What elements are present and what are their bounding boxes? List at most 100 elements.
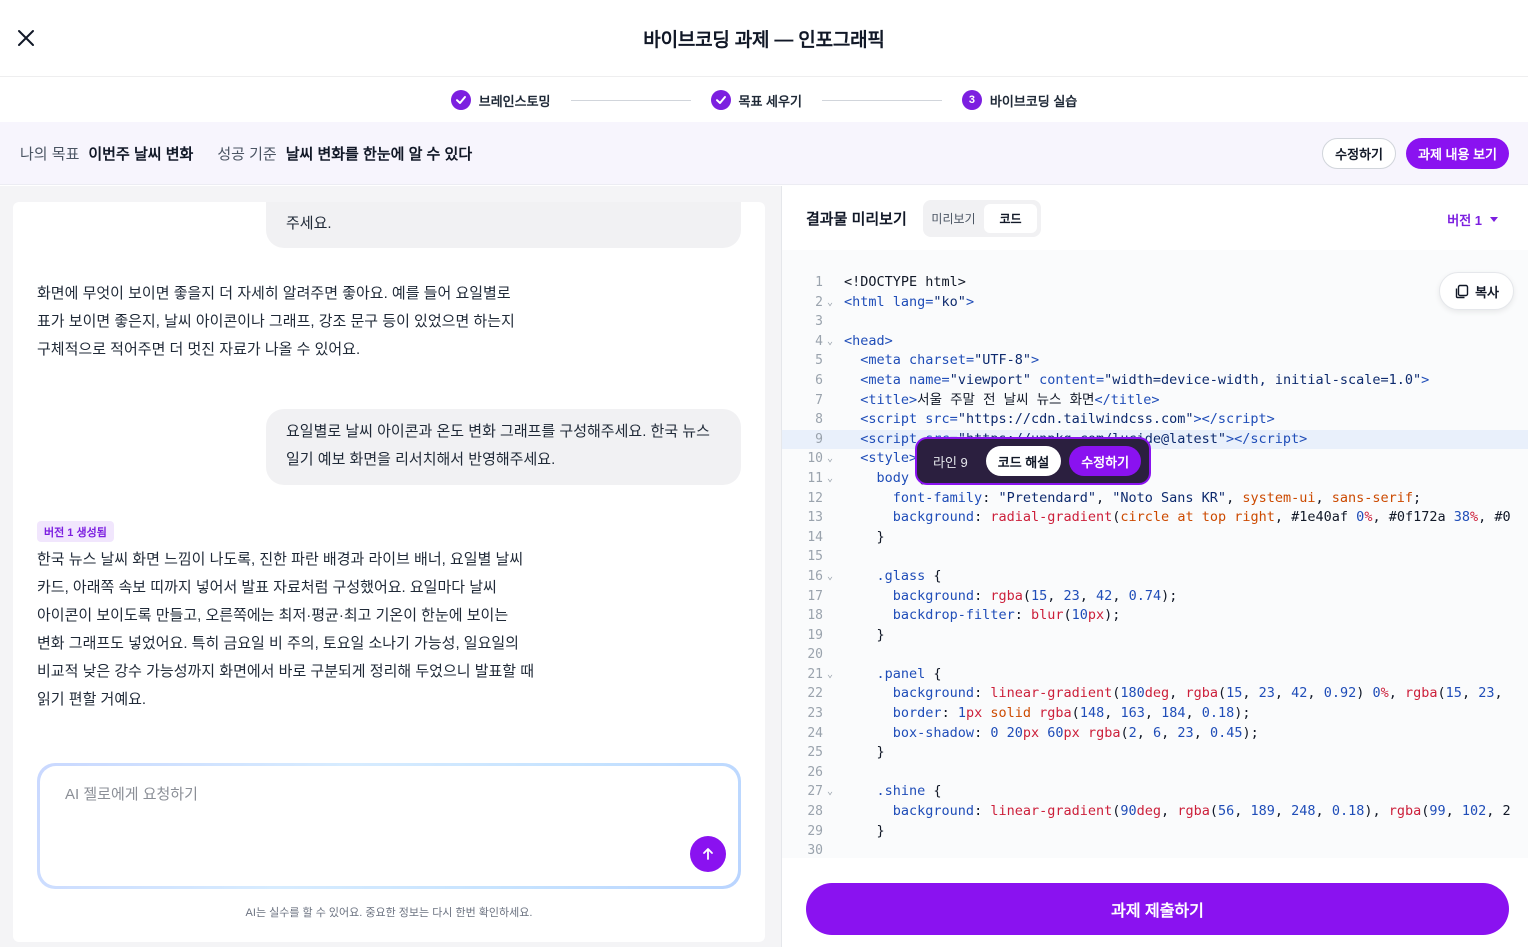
view-assignment-button[interactable]: 과제 내용 보기 — [1406, 138, 1509, 169]
code-line[interactable]: 19 } — [782, 626, 1528, 646]
tooltip-line: 라인 9 — [933, 454, 968, 470]
fold-icon[interactable]: ⌄ — [827, 665, 833, 685]
code-line[interactable]: 30 — [782, 841, 1528, 858]
chat-input-box — [37, 763, 741, 889]
line-number: 10 — [807, 451, 823, 467]
code-line[interactable]: 16 ⌄ .glass { — [782, 567, 1528, 587]
code-line[interactable]: 20 — [782, 645, 1528, 665]
message-line: 화면에 무엇이 보이면 좋을지 더 자세히 알려주면 좋아요. 예를 들어 요일… — [37, 285, 511, 302]
message-line: 일기 예보 화면을 리서치해서 반영해주세요. — [286, 451, 556, 468]
code-line[interactable]: 11⌄ body { — [782, 469, 1528, 489]
line-number: 1 — [815, 275, 823, 290]
chat-input[interactable] — [65, 786, 625, 803]
message-line: 요일별로 날씨 아이콘과 온도 변화 그래프를 구성해주세요. 한국 뉴스 — [286, 423, 710, 440]
code-line[interactable]: 13 background: radial-gradient(circle at… — [782, 508, 1528, 528]
message-line: 카드, 아래쪽 속보 띠까지 넣어서 발표 자료처럼 구성했어요. 요일마다 날… — [37, 579, 497, 596]
line-number: 24 — [807, 725, 823, 741]
fold-icon[interactable]: ⌄ — [827, 782, 833, 802]
user-message: 주세요. — [266, 202, 741, 248]
step-label: 브레인스토밍 — [478, 93, 551, 109]
code-line-highlighted[interactable]: 9 <script src="https://unpkg.com/lucide@… — [782, 429, 1528, 450]
view-toggle: 미리보기 코드 — [923, 200, 1041, 237]
code-line[interactable]: 4 ⌄ <head> — [782, 332, 1528, 352]
line-number: 4 — [815, 333, 823, 349]
close-button[interactable] — [12, 24, 40, 52]
code-line[interactable]: 14 } — [782, 528, 1528, 548]
line-number: 25 — [807, 745, 823, 761]
goal-actions: 수정하기 과제 내용 보기 — [1322, 138, 1509, 169]
step-brainstorming: 브레인스토밍 — [450, 90, 551, 110]
code-line[interactable]: 15 — [782, 547, 1528, 567]
tab-code[interactable]: 코드 — [984, 204, 1037, 233]
line-action-tooltip: 라인 9 코드 해설 수정하기 — [915, 437, 1152, 485]
code-line[interactable]: 1 <!DOCTYPE html> — [782, 273, 1528, 293]
message-line: 비교적 낮은 강수 가능성까지 화면에서 바로 구분되게 정리해 두었으니 발표… — [37, 663, 535, 680]
fold-icon[interactable]: ⌄ — [827, 293, 833, 313]
chat-panel: 주세요. 화면에 무엇이 보이면 좋을지 더 자세히 알려주면 좋아요. 예를 … — [13, 202, 765, 942]
edit-line-button[interactable]: 수정하기 — [1069, 446, 1142, 476]
version-badge[interactable]: 버전 1 생성됨 — [37, 521, 114, 542]
code-line[interactable]: 18 backdrop-filter: blur(10px); — [782, 606, 1528, 626]
code-line[interactable]: 28 background: linear-gradient(90deg, rg… — [782, 802, 1528, 822]
code-line[interactable]: 2 ⌄ <html lang="ko"> — [782, 293, 1528, 313]
code-line[interactable]: 10 ⌄ <style> — [782, 449, 1528, 469]
code-line[interactable]: 3 — [782, 312, 1528, 332]
code-line[interactable]: 8 <script src="https://cdn.tailwindcss.c… — [782, 410, 1528, 430]
line-number: 21 — [807, 666, 823, 682]
line-number: 19 — [807, 627, 823, 643]
goal-key: 나의 목표 — [20, 145, 80, 163]
line-number: 28 — [807, 804, 823, 820]
code-line[interactable]: 5 <meta charset="UTF-8"> — [782, 351, 1528, 371]
fold-icon[interactable]: ⌄ — [827, 332, 833, 352]
fold-icon[interactable]: ⌄ — [827, 469, 833, 489]
fold-icon[interactable]: ⌄ — [827, 449, 833, 469]
code-line[interactable]: 24 box-shadow: 0 20px 60px rgba(2, 6, 23… — [782, 724, 1528, 744]
code-line[interactable]: 25 } — [782, 743, 1528, 763]
step-connector — [570, 99, 691, 101]
code-line[interactable]: 27 ⌄ .shine { — [782, 782, 1528, 802]
version-select[interactable]: 버전 1 — [1447, 210, 1498, 229]
line-number: 22 — [807, 686, 823, 702]
goal-value: 이번주 날씨 변화 — [88, 145, 194, 163]
step-vibecoding: 3 바이브코딩 실습 — [961, 90, 1077, 110]
message-line: 한국 뉴스 날씨 화면 느낌이 나도록, 진한 파란 배경과 라이브 배너, 요… — [37, 551, 524, 568]
line-number: 26 — [807, 764, 823, 780]
line-number: 16 — [807, 568, 823, 584]
copy-button[interactable]: 복사 — [1439, 272, 1514, 310]
submit-assignment-button[interactable]: 과제 제출하기 — [806, 883, 1509, 935]
line-number: 20 — [807, 647, 823, 663]
code-editor[interactable]: 1 <!DOCTYPE html> 2 ⌄ <html lang="ko"> 3 4 ⌄… — [782, 250, 1528, 858]
line-number: 23 — [807, 706, 823, 722]
code-line[interactable]: 17 background: rgba(15, 23, 42, 0.74); — [782, 587, 1528, 607]
check-icon — [450, 90, 471, 110]
explain-code-button[interactable]: 코드 해설 — [985, 446, 1062, 476]
message-line: 구체적으로 적어주면 더 멋진 자료가 나올 수 있어요. — [37, 341, 361, 358]
code-line[interactable]: 12 font-family: "Pretendard", "Noto Sans… — [782, 489, 1528, 509]
line-number: 12 — [807, 490, 823, 506]
code-line[interactable]: 6 <meta name="viewport" content="width=d… — [782, 371, 1528, 391]
code-line[interactable]: 26 — [782, 763, 1528, 783]
stepper: 브레인스토밍 목표 세우기 3 바이브코딩 실습 — [0, 78, 1528, 122]
copy-label: 복사 — [1475, 284, 1499, 300]
message-line: 주세요. — [286, 215, 332, 232]
edit-goal-button[interactable]: 수정하기 — [1322, 138, 1397, 169]
caret-down-icon — [1490, 217, 1498, 222]
code-line[interactable]: 29 } — [782, 822, 1528, 842]
close-icon — [18, 30, 34, 46]
send-button[interactable] — [690, 836, 726, 872]
ai-message: 화면에 무엇이 보이면 좋을지 더 자세히 알려주면 좋아요. 예를 들어 요일… — [37, 280, 557, 364]
fold-icon[interactable]: ⌄ — [827, 567, 833, 587]
chat-input-inner — [40, 766, 738, 886]
arrow-up-icon — [703, 848, 713, 860]
step-number: 3 — [961, 90, 982, 110]
code-line[interactable]: 22 background: linear-gradient(180deg, r… — [782, 684, 1528, 704]
code-line[interactable]: 7 <title>서울 주말 전 날씨 뉴스 화면</title> — [782, 391, 1528, 411]
line-number: 2 — [815, 294, 823, 310]
code-lines: 1 <!DOCTYPE html> 2 ⌄ <html lang="ko"> 3 4 ⌄… — [782, 273, 1528, 858]
line-number: 11 — [807, 470, 823, 486]
check-icon — [710, 90, 731, 110]
code-line[interactable]: 21 ⌄ .panel { — [782, 665, 1528, 685]
line-number: 18 — [807, 608, 823, 624]
tab-preview[interactable]: 미리보기 — [927, 204, 980, 233]
code-line[interactable]: 23 border: 1px solid rgba(148, 163, 184,… — [782, 704, 1528, 724]
